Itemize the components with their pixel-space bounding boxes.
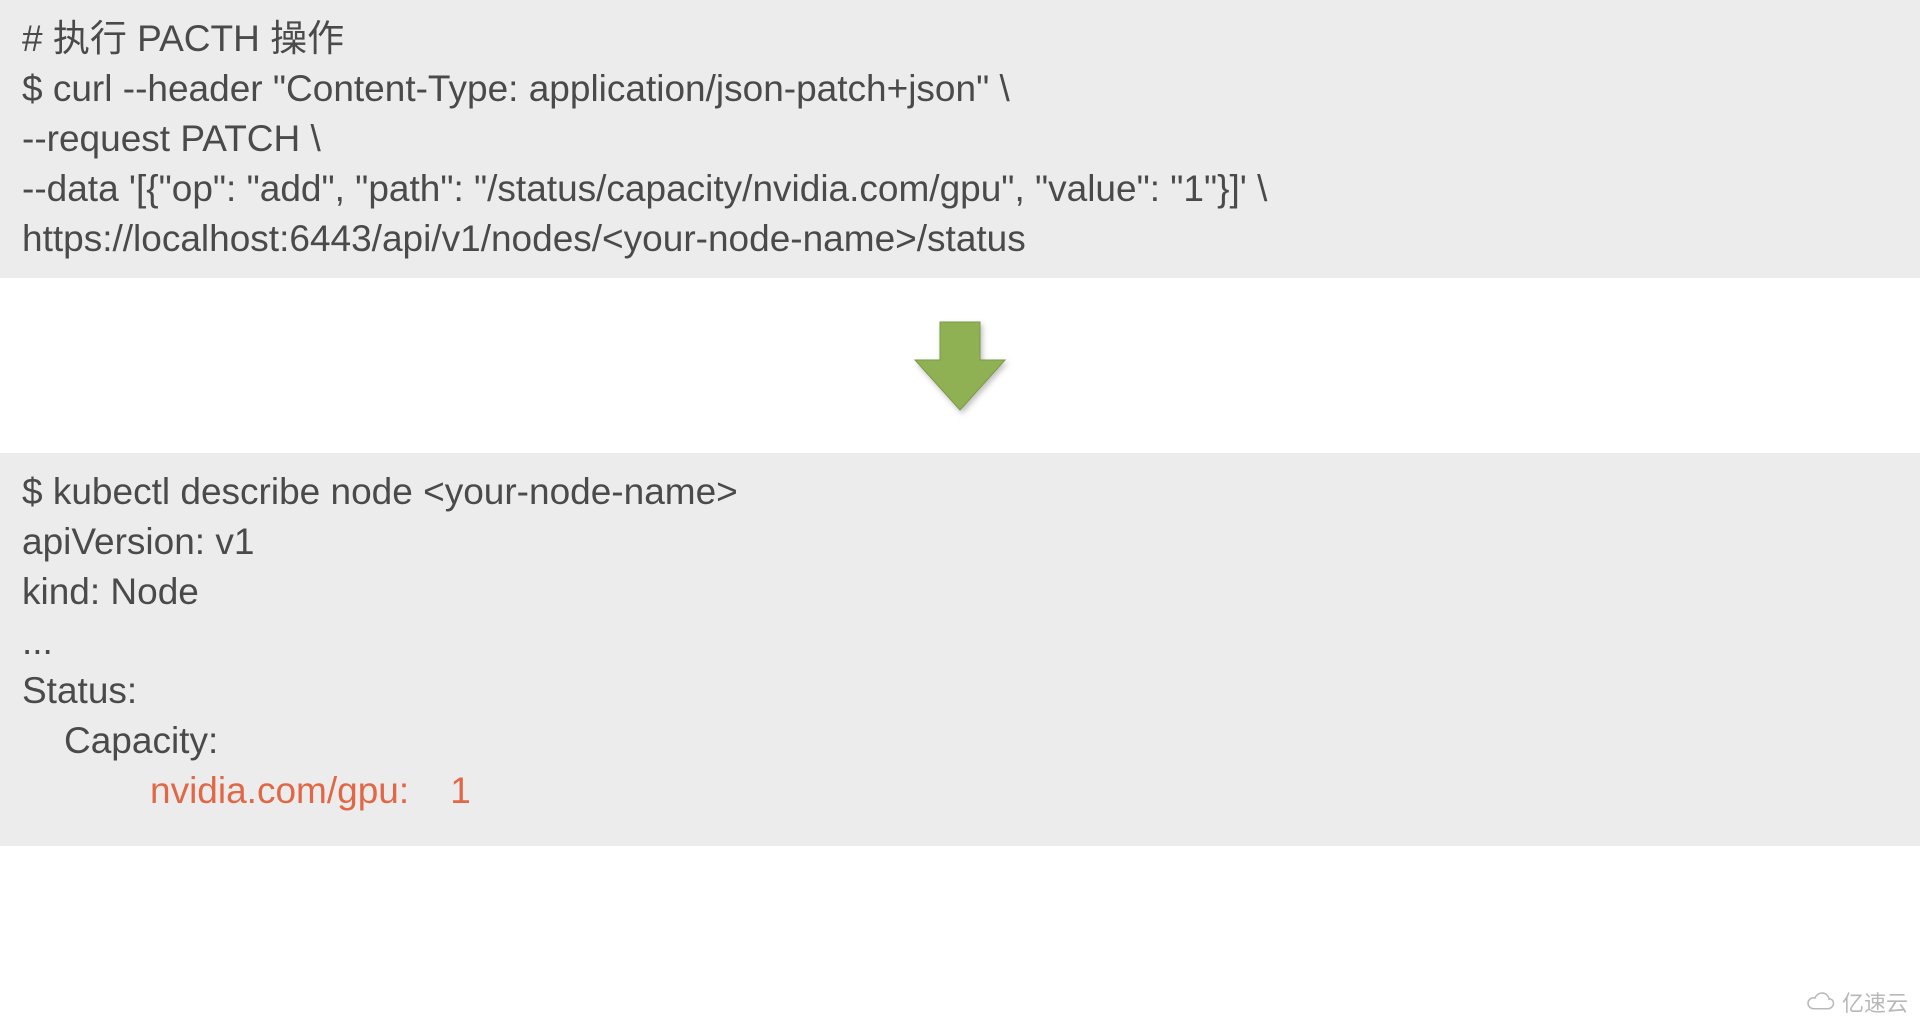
arrow-down-icon xyxy=(905,310,1015,420)
code-comment: # 执行 PACTH 操作 xyxy=(22,14,1898,64)
code-capacity: Capacity: xyxy=(22,716,1898,766)
code-status: Status: xyxy=(22,666,1898,716)
watermark-text: 亿速云 xyxy=(1842,986,1908,1018)
code-kind: kind: Node xyxy=(22,567,1898,617)
code-block-describe: $ kubectl describe node <your-node-name>… xyxy=(0,453,1920,847)
arrow-container xyxy=(0,278,1920,453)
code-curl-header: $ curl --header "Content-Type: applicati… xyxy=(22,64,1898,114)
code-apiversion: apiVersion: v1 xyxy=(22,517,1898,567)
cloud-icon xyxy=(1806,991,1836,1013)
code-gpu-capacity: nvidia.com/gpu: 1 xyxy=(22,766,1898,816)
code-request-method: --request PATCH \ xyxy=(22,114,1898,164)
watermark: 亿速云 xyxy=(1806,986,1908,1018)
code-block-patch: # 执行 PACTH 操作 $ curl --header "Content-T… xyxy=(0,0,1920,278)
code-ellipsis: ... xyxy=(22,617,1898,667)
gpu-number: 1 xyxy=(450,770,471,811)
gpu-key: nvidia.com/gpu: xyxy=(150,770,409,811)
gpu-value xyxy=(409,770,450,811)
code-data-payload: --data '[{"op": "add", "path": "/status/… xyxy=(22,164,1898,214)
code-kubectl-cmd: $ kubectl describe node <your-node-name> xyxy=(22,467,1898,517)
code-url: https://localhost:6443/api/v1/nodes/<you… xyxy=(22,214,1898,264)
